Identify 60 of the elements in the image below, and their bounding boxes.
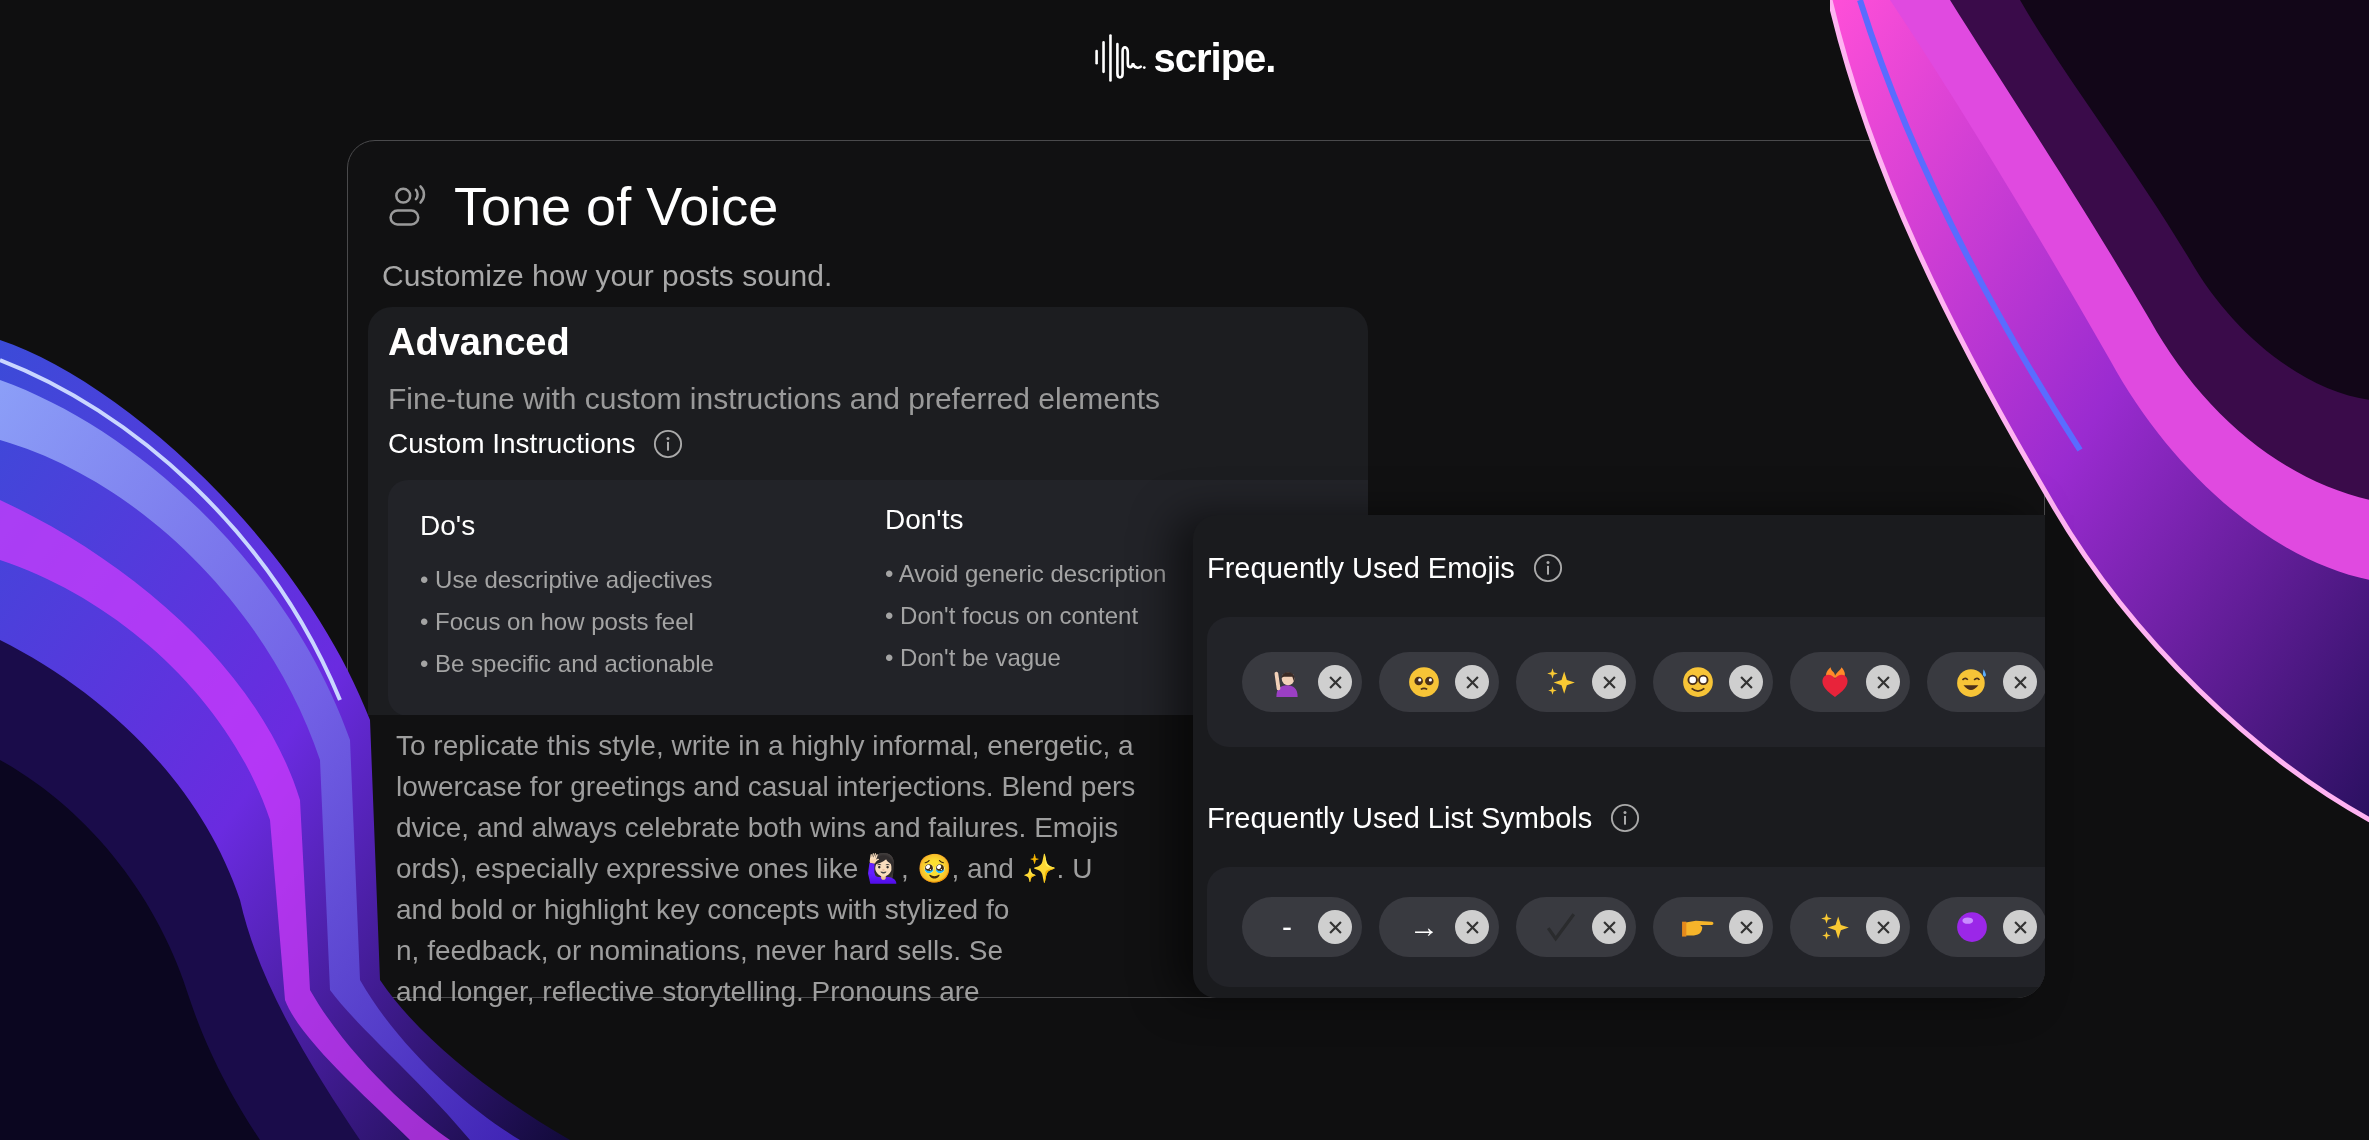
chip[interactable] [1927,897,2045,957]
close-icon [1602,920,1616,934]
close-icon [2013,675,2027,689]
close-icon [2013,920,2027,934]
list-item: • Don't focus on content [885,602,1139,630]
list-symbol: → [1408,910,1440,944]
teary-face-icon [1407,665,1441,699]
remove-button[interactable] [1729,910,1763,944]
remove-button[interactable] [1866,665,1900,699]
remove-button[interactable] [1592,910,1626,944]
close-icon [1465,675,1479,689]
waveform-logo-icon [1093,33,1146,83]
info-icon[interactable] [1610,803,1641,833]
list-symbol: - [1281,910,1293,944]
section-description: Fine-tune with custom instructions and preferred elements [388,382,1162,416]
remove-button[interactable] [1455,910,1489,944]
text-line: n, feedback, or nominations, never hard sells. Se [396,934,1003,968]
remove-button[interactable] [1866,910,1900,944]
close-icon [1876,675,1890,689]
remove-button[interactable] [1455,665,1489,699]
remove-button[interactable] [1729,665,1763,699]
list-item: • Don't be vague [885,644,1061,672]
info-icon[interactable] [1532,553,1563,583]
section-label: Custom Instructions [388,428,636,460]
section-title: Advanced [388,321,571,364]
text-line: To replicate this style, write in a highly informal, energetic, a [396,729,1134,763]
chip[interactable]: - [1242,897,1362,957]
sphere-icon [1955,910,1989,944]
remove-button[interactable] [2003,910,2037,944]
chip[interactable]: → [1379,897,1499,957]
remove-button[interactable] [1318,665,1352,699]
close-icon [1328,675,1342,689]
close-icon [1739,920,1753,934]
text-line: dvice, and always celebrate both wins and failures. Emojis [396,811,1119,845]
remove-button[interactable] [1318,910,1352,944]
close-icon [1739,675,1753,689]
remove-button[interactable] [1592,665,1626,699]
page-title: Tone of Voice [454,175,779,237]
close-icon [1602,675,1616,689]
text-line: ords), especially expressive ones like 🙋🏻‍♀, 🥹, and ✨. U [396,852,1093,886]
list-item: • Focus on how posts feel [420,608,694,636]
list-item: • Use descriptive adjectives [420,566,713,594]
glasses-face-icon [1681,665,1715,699]
column-heading: Do's [420,510,477,542]
list-item: • Avoid generic description [885,560,1167,588]
section-title: Frequently Used Emojis [1207,551,1515,585]
list-item: • Be specific and actionable [420,650,714,678]
text-line: lowercase for greetings and casual interjections. Blend pers [396,770,1136,804]
close-icon [1876,920,1890,934]
remove-button[interactable] [2003,665,2037,699]
close-icon [1465,920,1479,934]
text-line: and bold or highlight key concepts with stylized fo [396,893,1010,927]
info-icon[interactable] [653,429,684,459]
page-subtitle: Customize how your posts sound. [382,259,834,293]
section-title: Frequently Used List Symbols [1207,801,1593,835]
chip[interactable] [1927,652,2045,712]
close-icon [1328,920,1342,934]
logo-wordmark: scripe. [1153,35,1276,81]
column-heading: Don'ts [885,504,965,536]
text-line: and longer, reflective storytelling. Pronouns are [396,975,980,1009]
